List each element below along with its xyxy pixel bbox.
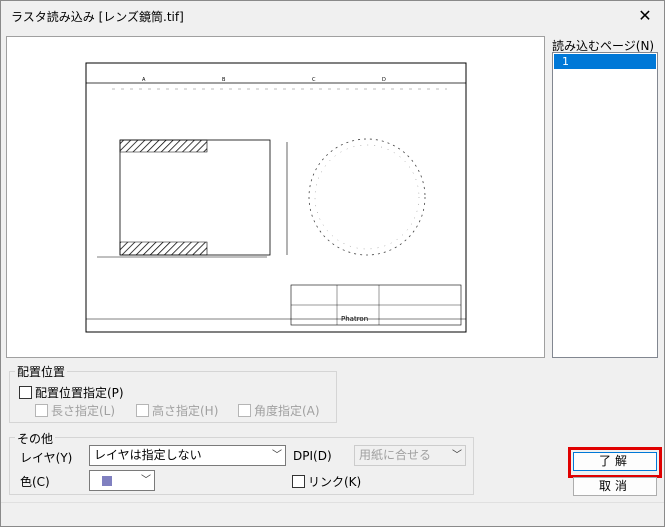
chevron-down-icon: ﹀ (272, 450, 282, 461)
dpi-value: 用紙に合せる (359, 448, 432, 462)
link-checkbox[interactable]: リンク(K) (292, 473, 361, 490)
placement-group-title: 配置位置 (15, 363, 68, 380)
length-checkbox[interactable]: 長さ指定(L) (35, 402, 115, 419)
svg-text:A: A (142, 77, 146, 83)
window-title: ラスタ読み込み [レンズ鏡筒.tif] (11, 10, 184, 24)
chevron-down-icon: ﹀ (141, 475, 151, 486)
color-select[interactable]: ﹀ (89, 470, 155, 491)
ok-button[interactable]: 了解 (573, 452, 657, 471)
specify-position-label: 配置位置指定(P) (35, 386, 124, 400)
layer-value: レイヤは指定しない (94, 448, 202, 462)
cancel-button[interactable]: 取消 (573, 477, 657, 496)
color-swatch (102, 475, 112, 486)
svg-text:C: C (312, 77, 316, 83)
layer-select[interactable]: レイヤは指定しない ﹀ (89, 445, 286, 466)
svg-text:D: D (382, 77, 386, 83)
close-icon[interactable]: ✕ (634, 5, 656, 27)
checkbox-box[interactable] (136, 404, 149, 417)
raster-preview: A B C D Phatron (6, 36, 545, 358)
angle-checkbox[interactable]: 角度指定(A) (238, 402, 320, 419)
raster-import-dialog: ラスタ読み込み [レンズ鏡筒.tif] ✕ A B C D Phatron 読み… (0, 0, 665, 527)
checkbox-box[interactable] (19, 386, 32, 399)
link-label: リンク(K) (308, 475, 362, 489)
color-label: 色(C) (20, 475, 50, 489)
drawing-thumbnail: A B C D Phatron (85, 62, 467, 333)
other-group-title: その他 (15, 430, 56, 447)
checkbox-box[interactable] (35, 404, 48, 417)
dpi-label: DPI(D) (293, 449, 332, 463)
pages-list-item[interactable]: 1 (554, 54, 656, 69)
svg-text:B: B (222, 77, 226, 83)
bottom-separator (1, 502, 664, 503)
pages-listbox[interactable]: 1 (552, 52, 658, 358)
height-checkbox[interactable]: 高さ指定(H) (136, 402, 218, 419)
checkbox-box[interactable] (238, 404, 251, 417)
title-bar: ラスタ読み込み [レンズ鏡筒.tif] ✕ (1, 1, 664, 31)
height-label: 高さ指定(H) (152, 404, 219, 418)
layer-label: レイヤ(Y) (20, 451, 73, 465)
chevron-down-icon: ﹀ (452, 450, 462, 461)
specify-position-checkbox[interactable]: 配置位置指定(P) (19, 384, 124, 401)
checkbox-box[interactable] (292, 475, 305, 488)
dpi-select[interactable]: 用紙に合せる ﹀ (354, 445, 466, 466)
angle-label: 角度指定(A) (254, 404, 320, 418)
drawing-logo: Phatron (341, 315, 368, 323)
length-label: 長さ指定(L) (51, 404, 116, 418)
